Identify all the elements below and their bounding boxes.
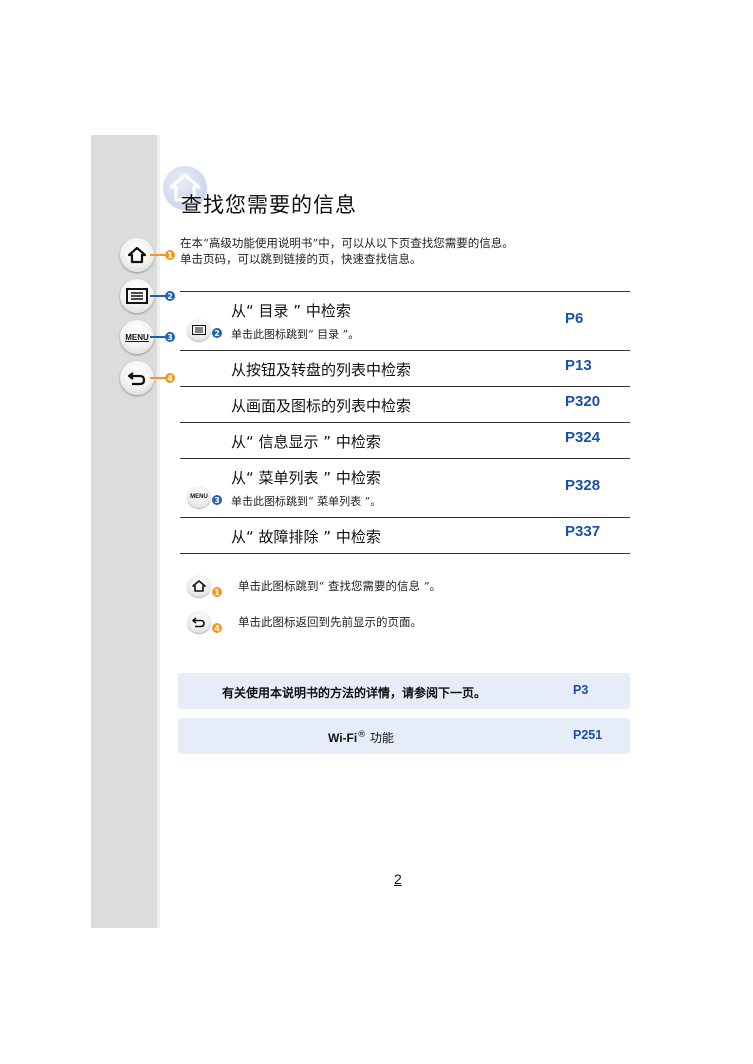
page-link[interactable]: P337 [565,523,600,540]
badge-3: 3 [212,495,222,505]
reference-box[interactable]: 有关使用本说明书的方法的详情，请参阅下一页。 P3 [178,673,630,709]
page-link[interactable]: P6 [565,310,583,327]
page-link[interactable]: P320 [565,393,600,410]
page-link[interactable]: P13 [565,357,592,374]
back-arrow-icon[interactable] [187,611,211,633]
legend-text-back: 单击此图标返回到先前显示的页面。 [238,615,422,629]
badge-2: 2 [212,328,222,338]
badge-2: 2 [165,291,175,301]
contents-connector [150,295,166,297]
search-table: 从“ 目录 ” 中检索 2 单击此图标跳到“ 目录 ”。 P6 从按钮及转盘的列… [180,291,630,554]
menu-icon: MENU [125,332,149,342]
reference-box[interactable]: Wi-Fi® 功能 P251 [178,718,630,754]
row-title: 从“ 目录 ” 中检索 [231,302,351,320]
home-icon [127,246,147,264]
reference-text: 有关使用本说明书的方法的详情，请参阅下一页。 [222,686,487,700]
home-icon[interactable] [187,575,211,597]
table-row[interactable]: 从“ 故障排除 ” 中检索 P337 [180,518,630,554]
menu-icon-label: MENU [190,494,208,500]
badge-4: 4 [212,623,222,633]
wifi-label: Wi-Fi [328,731,358,745]
intro-text: 在本“高级功能使用说明书”中，可以从以下页查找您需要的信息。 单击页码，可以跳到… [180,235,514,267]
page-title: 查找您需要的信息 [181,193,357,217]
back-arrow-icon [127,372,146,386]
intro-line-2: 单击页码，可以跳到链接的页，快速查找信息。 [180,252,422,266]
row-title: 从“ 菜单列表 ” 中检索 [231,469,381,487]
badge-4: 4 [165,373,175,383]
legend-text-home: 单击此图标跳到“ 查找您需要的信息 ”。 [238,579,442,593]
row-note: 单击此图标跳到“ 菜单列表 ”。 [231,495,382,508]
page-link[interactable]: P328 [565,477,600,494]
row-title: 从画面及图标的列表中检索 [231,397,412,415]
table-row[interactable]: 从“ 目录 ” 中检索 2 单击此图标跳到“ 目录 ”。 P6 [180,292,630,351]
row-note: 单击此图标跳到“ 目录 ”。 [231,328,360,341]
page-number: 2 [394,871,402,887]
row-title: 从按钮及转盘的列表中检索 [231,361,412,379]
table-row[interactable]: 从按钮及转盘的列表中检索 P13 [180,351,630,387]
page-link[interactable]: P3 [573,683,588,697]
badge-1: 1 [212,587,222,597]
contents-list-icon[interactable] [187,319,211,341]
intro-line-1: 在本“高级功能使用说明书”中，可以从以下页查找您需要的信息。 [180,236,514,250]
row-title: 从“ 信息显示 ” 中检索 [231,433,381,451]
home-connector [150,254,166,256]
page-link[interactable]: P251 [573,728,602,742]
table-row[interactable]: 从“ 信息显示 ” 中检索 P324 [180,423,630,459]
back-button[interactable] [120,361,154,395]
page-link[interactable]: P324 [565,429,600,446]
menu-connector [150,336,166,338]
registered-mark: ® [357,730,367,740]
contents-list-icon [126,288,148,304]
home-button[interactable] [120,238,154,272]
badge-1: 1 [165,250,175,260]
contents-button[interactable] [120,279,154,313]
menu-button[interactable]: MENU [120,320,154,354]
table-row[interactable]: 从“ 菜单列表 ” 中检索 MENU 3 单击此图标跳到“ 菜单列表 ”。 P3… [180,459,630,518]
menu-icon[interactable]: MENU [187,486,211,508]
function-label: 功能 [366,731,395,745]
table-row[interactable]: 从画面及图标的列表中检索 P320 [180,387,630,423]
reference-text: Wi-Fi® 功能 [328,729,394,746]
back-connector [150,377,166,379]
badge-3: 3 [165,332,175,342]
row-title: 从“ 故障排除 ” 中检索 [231,528,381,546]
